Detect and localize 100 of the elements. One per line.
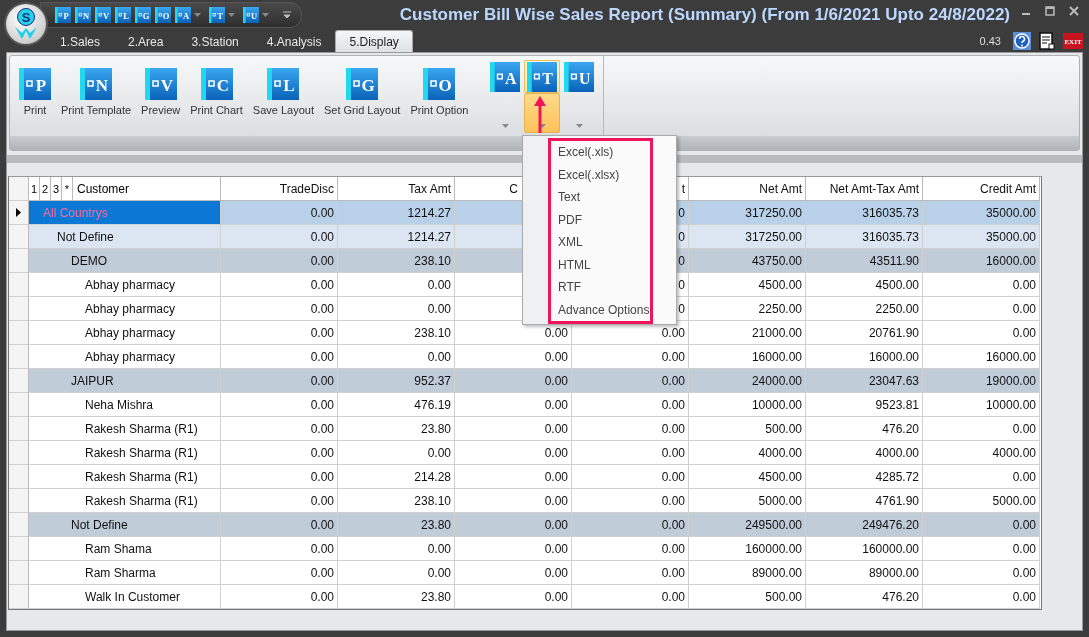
table-cell: 23.80: [338, 417, 455, 441]
quick-access-icon: U: [243, 7, 259, 23]
document-icon[interactable]: [1039, 32, 1055, 50]
group-level-button[interactable]: 1: [29, 177, 40, 200]
ribbon-tab[interactable]: 4.Analysis: [252, 30, 336, 52]
table-cell: 0.00: [221, 417, 338, 441]
table-cell: 476.20: [806, 417, 923, 441]
column-header[interactable]: Net Amt: [689, 177, 806, 201]
table-cell: 316035.73: [806, 201, 923, 225]
help-icon[interactable]: [1013, 32, 1031, 50]
ribbon-button[interactable]: L Save Layout: [247, 60, 319, 116]
table-cell: 0.00: [221, 201, 338, 225]
row-header[interactable]: [9, 201, 29, 225]
table-cell: 0.00: [923, 297, 1040, 321]
annotation-arrow: [534, 96, 546, 134]
table-cell: 24000.00: [689, 369, 806, 393]
quick-access-icon: L: [115, 7, 131, 23]
ribbon-icon: G: [346, 68, 379, 100]
table-cell: 4761.90: [806, 489, 923, 513]
quick-access-icon: N: [75, 7, 91, 23]
table-cell: 0.00: [338, 561, 455, 585]
table-cell: 160000.00: [806, 537, 923, 561]
table-cell: 0.00: [572, 537, 689, 561]
table-cell: 0.00: [221, 465, 338, 489]
table-cell: Abhay pharmacy: [29, 273, 221, 297]
table-cell: 0.00: [572, 393, 689, 417]
table-cell: 4000.00: [806, 441, 923, 465]
ribbon-button[interactable]: V Preview: [136, 60, 186, 116]
table-cell: 317250.00: [689, 225, 806, 249]
table-cell: 0.00: [221, 489, 338, 513]
table-cell: 0.00: [572, 369, 689, 393]
table-cell: 0.00: [455, 585, 572, 609]
column-header[interactable]: Net Amt-Tax Amt: [806, 177, 923, 201]
table-cell: 0.00: [221, 585, 338, 609]
ribbon-tab[interactable]: 3.Station: [177, 30, 253, 52]
ribbon-button[interactable]: G Set Grid Layout: [318, 60, 406, 116]
table-cell: 0.00: [923, 417, 1040, 441]
table-cell: 0.00: [572, 465, 689, 489]
ribbon-icon: P: [19, 68, 51, 100]
close-icon[interactable]: [1069, 6, 1079, 16]
table-cell: 0.00: [455, 561, 572, 585]
table-cell: 35000.00: [923, 201, 1040, 225]
quick-access-icon: T: [209, 7, 225, 23]
quick-access-icon: A: [175, 7, 191, 23]
quick-access-icon: O: [155, 7, 171, 23]
table-cell: 89000.00: [689, 561, 806, 585]
quick-access-icon: V: [95, 7, 111, 23]
table-cell: 238.10: [338, 321, 455, 345]
caret-icon: [228, 13, 235, 17]
app-logo[interactable]: S: [6, 4, 46, 44]
ribbon-tab[interactable]: 1.Sales: [46, 30, 115, 52]
column-header[interactable]: TradeDisc: [221, 177, 338, 201]
table-cell: Rakesh Sharma (R1): [29, 465, 221, 489]
group-level-button[interactable]: *: [62, 177, 73, 200]
table-cell: 0.00: [221, 441, 338, 465]
table-cell: 5000.00: [689, 489, 806, 513]
table-cell: Neha Mishra: [29, 393, 221, 417]
version-label: 0.43: [979, 35, 1001, 47]
table-cell: 4500.00: [689, 465, 806, 489]
column-header[interactable]: Credit Amt: [923, 177, 1040, 201]
ribbon-icon: N: [80, 68, 113, 100]
table-cell: DEMO: [29, 249, 221, 273]
menu-item[interactable]: Excel(.xls): [551, 141, 650, 164]
ribbon-tab[interactable]: 2.Area: [114, 30, 178, 52]
ribbon-button[interactable]: P Print: [14, 60, 56, 116]
window-title: Customer Bill Wise Sales Report (Summary) (From 1/6/2021 Upto 24/8/2022): [399, 5, 1010, 25]
table-cell: 0.00: [338, 273, 455, 297]
table-cell: 0.00: [455, 537, 572, 561]
ribbon-tab[interactable]: 5.Display: [335, 30, 413, 52]
table-cell: 0.00: [221, 321, 338, 345]
caret-icon: [262, 13, 269, 17]
table-cell: 238.10: [338, 249, 455, 273]
table-cell: 0.00: [923, 537, 1040, 561]
table-cell: 4000.00: [923, 441, 1040, 465]
column-header[interactable]: Tax Amt: [338, 177, 455, 201]
table-cell: 16000.00: [806, 345, 923, 369]
table-cell: 4500.00: [806, 273, 923, 297]
table-cell: 43511.90: [806, 249, 923, 273]
maximize-icon[interactable]: [1045, 6, 1055, 16]
table-cell: 0.00: [923, 465, 1040, 489]
table-cell: 0.00: [923, 513, 1040, 537]
table-cell: 0.00: [455, 393, 572, 417]
table-cell: 0.00: [221, 537, 338, 561]
ribbon-button[interactable]: N Print Template: [56, 60, 137, 116]
table-cell: 0.00: [221, 561, 338, 585]
ribbon-button[interactable]: C Print Chart: [185, 60, 248, 116]
ribbon-button[interactable]: O Print Option: [405, 60, 474, 116]
column-header[interactable]: Customer: [73, 177, 129, 200]
table-cell: 0.00: [923, 585, 1040, 609]
group-level-button[interactable]: 3: [51, 177, 62, 200]
group-level-button[interactable]: 2: [40, 177, 51, 200]
table-cell: 0.00: [455, 513, 572, 537]
dropdown-button[interactable]: [524, 93, 560, 133]
table-cell: 0.00: [221, 393, 338, 417]
table-cell: 476.19: [338, 393, 455, 417]
customize-caret-icon[interactable]: [283, 11, 291, 19]
table-cell: 21000.00: [689, 321, 806, 345]
table-cell: All Countrys: [29, 201, 221, 225]
table-cell: Ram Sharma: [29, 561, 221, 585]
table-cell: 249500.00: [689, 513, 806, 537]
